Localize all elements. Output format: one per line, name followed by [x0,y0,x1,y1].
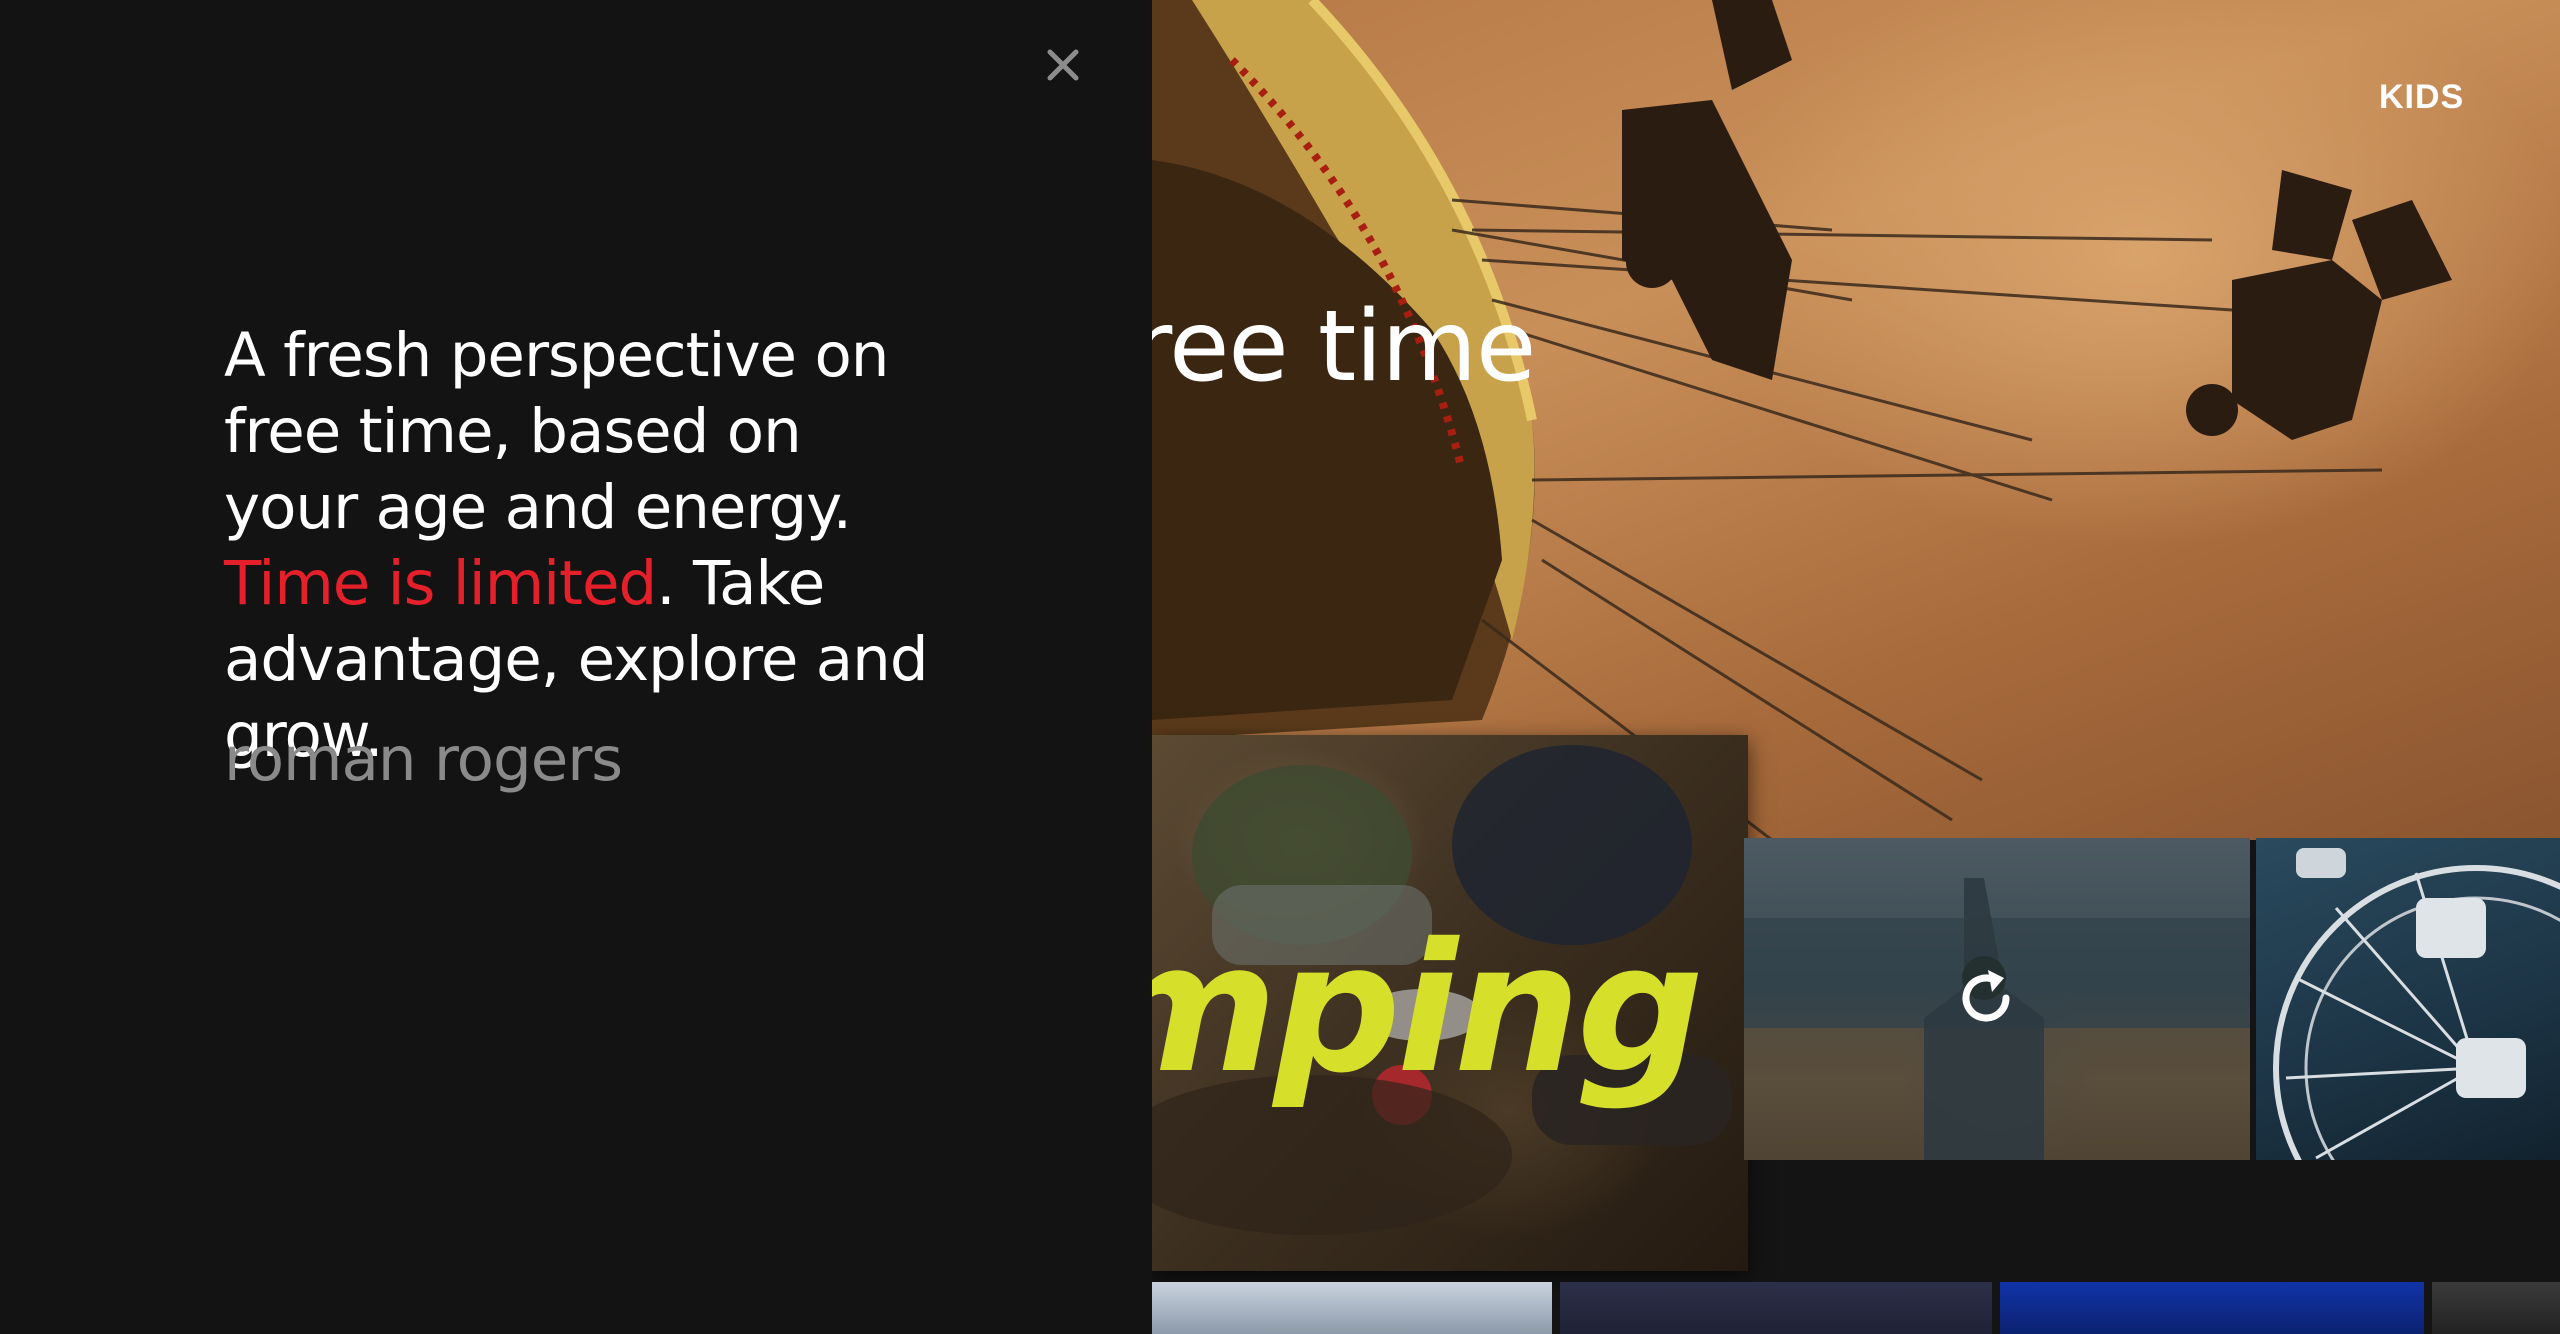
camping-tile[interactable]: mping [1152,735,1748,1271]
bottom-tile-2[interactable] [1560,1282,1992,1334]
hero-image: KIDS ree time [1152,0,2560,840]
carousel-swings-illustration [1152,0,2452,840]
bottom-tile-1[interactable] [1152,1282,1552,1334]
bottom-tile-3[interactable] [2000,1282,2424,1334]
refresh-icon[interactable] [1948,960,2024,1036]
quote-text: A fresh perspective on free time, based … [224,318,944,774]
quote-author: roman rogers [224,724,623,795]
info-overlay-panel: A fresh perspective on free time, based … [0,0,1152,1334]
kids-nav-link[interactable]: KIDS [2379,78,2464,117]
close-button[interactable] [1040,42,1086,88]
ferris-wheel-tile[interactable] [2256,838,2560,1160]
camping-tile-label: mping [1152,905,1704,1112]
background-page: KIDS ree time mping [1152,0,2560,1334]
close-icon[interactable] [1040,42,1086,88]
ferris-wheel-photo [2273,848,2560,1160]
yoga-tile[interactable] [1744,838,2250,1160]
bottom-tile-4[interactable] [2432,1282,2560,1334]
hero-title: ree time [1152,290,1536,404]
quote-highlight: Time is limited [224,548,657,619]
quote-part-1: A fresh perspective on free time, based … [224,320,889,543]
